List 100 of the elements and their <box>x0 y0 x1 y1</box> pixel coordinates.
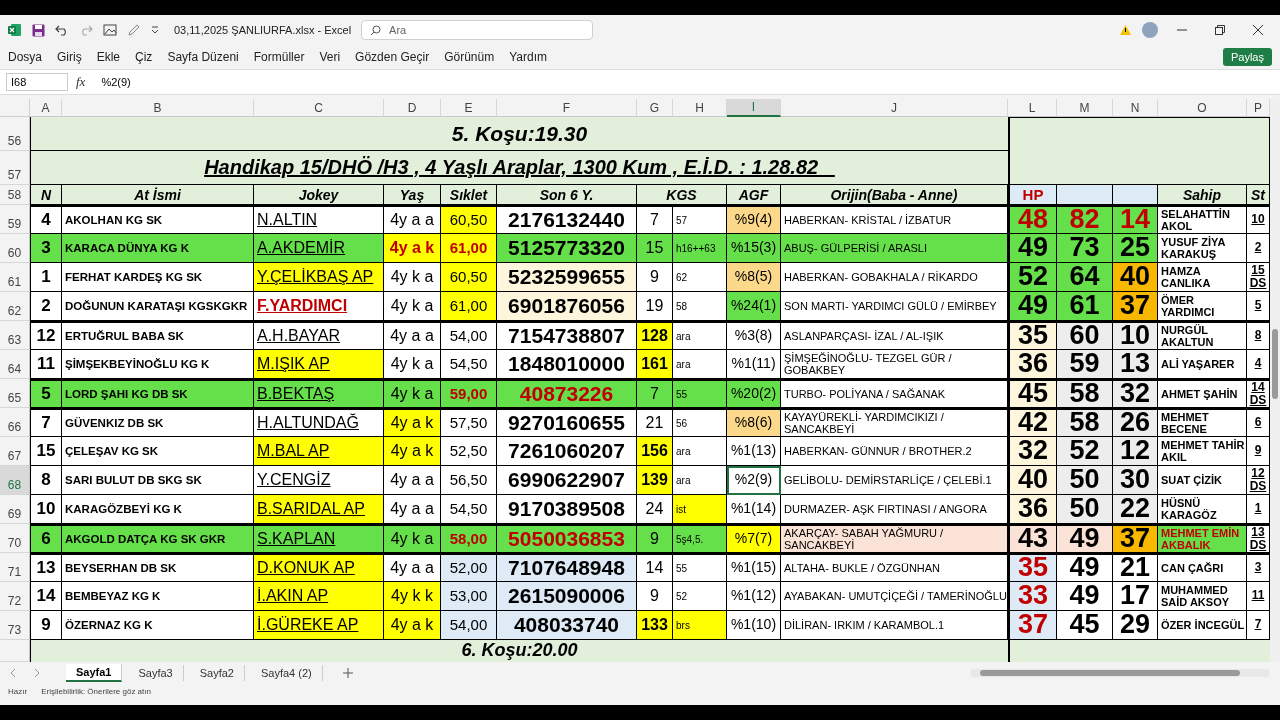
column-header[interactable]: C <box>254 99 384 117</box>
close-icon[interactable] <box>1253 25 1263 35</box>
column-header[interactable]: O <box>1158 99 1247 117</box>
menu-item[interactable]: Yardım <box>509 50 547 64</box>
previous-icon[interactable] <box>10 668 16 678</box>
menu-item[interactable]: Sayfa Düzeni <box>167 50 239 64</box>
table-cell: 7107648948 <box>497 553 637 582</box>
dropdown-icon[interactable] <box>150 25 160 35</box>
table-cell: 5050036853 <box>497 524 637 553</box>
table-cell: 37 <box>1008 611 1057 640</box>
row-header[interactable]: 72 <box>0 582 30 611</box>
column-header[interactable]: D <box>384 99 441 117</box>
pen-icon[interactable] <box>127 23 140 37</box>
header-cell: Sıklet <box>441 185 497 205</box>
picture-icon[interactable] <box>103 24 117 36</box>
avatar[interactable] <box>1142 22 1158 38</box>
table-cell: GÜVENKIZ DB SK <box>62 408 254 437</box>
row-header[interactable]: 59 <box>0 205 30 234</box>
table-cell: 32 <box>1113 379 1158 408</box>
table-cell: 10 <box>1113 321 1158 350</box>
row-header[interactable]: 60 <box>0 234 30 263</box>
column-header[interactable]: A <box>30 99 62 117</box>
column-header[interactable]: B <box>62 99 254 117</box>
row-header[interactable]: 61 <box>0 263 30 292</box>
share-button[interactable]: Paylaş <box>1222 48 1272 66</box>
race-title: 5. Koşu:19.30 <box>30 117 1008 151</box>
column-header[interactable]: J <box>781 99 1008 117</box>
table-cell: 55 <box>673 379 727 408</box>
table-cell: 48 <box>1008 205 1057 234</box>
row-header[interactable]: 64 <box>0 350 30 379</box>
redo-icon[interactable] <box>79 24 93 36</box>
table-cell: 73 <box>1057 234 1113 263</box>
column-header[interactable]: P <box>1247 99 1270 117</box>
table-cell: 161 <box>637 350 673 379</box>
table-cell: 13 <box>1113 350 1158 379</box>
table-cell: 40 <box>1113 263 1158 292</box>
table-cell: 15 <box>30 437 62 466</box>
row-header[interactable]: 71 <box>0 553 30 582</box>
save-icon[interactable] <box>32 23 45 37</box>
restore-icon[interactable] <box>1215 25 1225 35</box>
row-header[interactable]: 63 <box>0 321 30 350</box>
row-header[interactable]: 57 <box>0 151 30 185</box>
table-cell: 61 <box>1057 292 1113 321</box>
table-cell: %9(4) <box>727 205 781 234</box>
name-box[interactable]: I68 <box>6 73 68 91</box>
scrollbar[interactable] <box>970 669 1270 677</box>
table-cell: S.KAPLAN <box>254 524 384 553</box>
table-cell: 2 <box>30 292 62 321</box>
formula-field[interactable]: %2(9) <box>93 74 1274 90</box>
undo-icon[interactable] <box>55 24 69 36</box>
row-header[interactable]: 56 <box>0 117 30 151</box>
menu-item[interactable]: Görünüm <box>444 50 495 64</box>
sheet-tab[interactable]: Sayfa1 <box>66 664 123 682</box>
row-header[interactable]: 67 <box>0 437 30 466</box>
table-cell: 5ş4,5. <box>673 524 727 553</box>
function-label[interactable]: fx <box>76 74 86 90</box>
warning-icon[interactable] <box>1119 24 1132 36</box>
table-cell: 14 <box>637 553 673 582</box>
row-header[interactable]: 62 <box>0 292 30 321</box>
row-header[interactable]: 68 <box>0 466 30 495</box>
row-header[interactable]: 58 <box>0 185 30 205</box>
menu-item[interactable]: Çiz <box>135 50 153 64</box>
excel-logo-icon <box>8 23 22 37</box>
menu-item[interactable]: Ekle <box>96 50 121 64</box>
row-header[interactable]: 69 <box>0 495 30 524</box>
sheet-tab[interactable]: Sayfa2 <box>189 665 245 681</box>
menu-item[interactable]: Veri <box>319 50 341 64</box>
menu-item[interactable]: Formüller <box>253 50 305 64</box>
column-header[interactable]: F <box>497 99 637 117</box>
search-field[interactable]: Ara <box>361 20 594 40</box>
column-header[interactable]: G <box>637 99 673 117</box>
row-header[interactable]: 70 <box>0 524 30 553</box>
next-icon[interactable] <box>34 668 40 678</box>
table-cell: 35 <box>1008 553 1057 582</box>
table-cell: 22 <box>1113 495 1158 524</box>
column-header[interactable]: I <box>727 99 781 117</box>
row-header[interactable]: 65 <box>0 379 30 408</box>
table-cell: 4y k k <box>384 582 441 611</box>
column-header[interactable]: N <box>1113 99 1158 117</box>
accessibility-status[interactable]: Erişilebilirlik: Önerilere göz atın <box>41 687 151 696</box>
column-header[interactable]: M <box>1057 99 1113 117</box>
column-header[interactable]: E <box>441 99 497 117</box>
add-sheet-icon[interactable] <box>342 668 353 678</box>
sheet-tab[interactable]: Sayfa4 (2) <box>251 665 323 681</box>
column-header[interactable]: L <box>1008 99 1057 117</box>
table-cell: 3 <box>30 234 62 263</box>
table-cell: 61,00 <box>441 234 497 263</box>
table-cell: 5125773320 <box>497 234 637 263</box>
column-header[interactable]: H <box>673 99 727 117</box>
menu-item[interactable]: Giriş <box>57 50 82 64</box>
table-cell: KAYAYÜREKLİ- YARDIMCIKIZI / SANCAKBEYİ <box>781 408 1008 437</box>
table-cell: %1(15) <box>727 553 781 582</box>
row-header[interactable]: 66 <box>0 408 30 437</box>
menu-item[interactable]: Gözden Geçir <box>355 50 430 64</box>
table-cell: B.SARIDAL AP <box>254 495 384 524</box>
menu-item[interactable]: Dosya <box>8 50 42 64</box>
row-header[interactable]: 73 <box>0 611 30 640</box>
table-cell: İ.GÜREKE AP <box>254 611 384 640</box>
table-cell: 45 <box>1008 379 1057 408</box>
sheet-tab[interactable]: Sayfa3 <box>128 665 184 681</box>
